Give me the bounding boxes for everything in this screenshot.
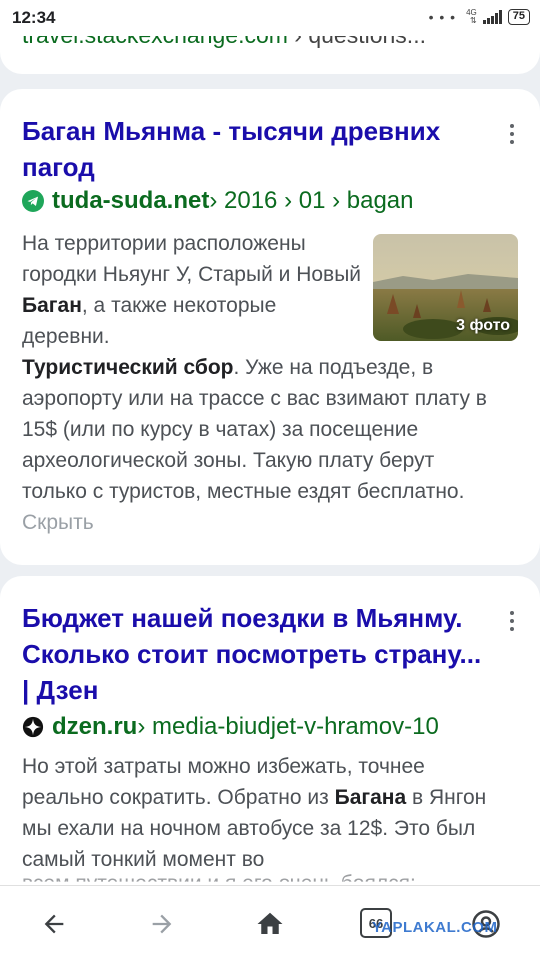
status-time: 12:34: [12, 8, 56, 27]
result-snippet-top: На территории расположены городки Ньяунг…: [22, 232, 362, 348]
result-card: Бюджет нашей поездки в Мьянму. Сколько с…: [0, 576, 540, 906]
status-icons: • • • 4G ⇅ 75: [429, 9, 530, 25]
dzen-icon: [22, 716, 44, 738]
result-snippet: Туристический сбор. Уже на подъезде, в а…: [22, 356, 487, 534]
home-icon[interactable]: [254, 908, 286, 940]
result-card: Баган Мьянма - тысячи древних пагод tuda…: [0, 89, 540, 565]
result-domain: tuda-suda.net: [52, 187, 210, 214]
telegram-icon: [22, 190, 44, 212]
status-bar: 12:34 • • • 4G ⇅ 75: [0, 0, 540, 36]
watermark: YAPLAKAL.COM: [372, 919, 498, 936]
result-path: › media-biudjet-v-hramov-10: [137, 713, 439, 740]
photo-count-badge: 3 фото: [456, 317, 510, 334]
result-title[interactable]: Бюджет нашей поездки в Мьянму. Сколько с…: [22, 600, 492, 708]
result-url[interactable]: dzen.ru › media-biudjet-v-hramov-10: [22, 713, 439, 741]
battery-level: 75: [512, 10, 525, 22]
network-indicator: 4G ⇅: [466, 9, 477, 25]
back-arrow-icon[interactable]: [38, 908, 70, 940]
result-thumbnail[interactable]: 3 фото: [373, 234, 518, 341]
result-path: › 2016 › 01 › bagan: [209, 187, 414, 214]
battery-icon: 75: [507, 9, 530, 25]
result-url[interactable]: tuda-suda.net › 2016 › 01 › bagan: [22, 187, 413, 215]
data-arrows-icon: ⇅: [470, 16, 477, 25]
hide-link[interactable]: Скрыть: [22, 511, 94, 534]
notification-dots: • • •: [428, 9, 457, 25]
signal-icon: [482, 10, 502, 24]
forward-arrow-icon[interactable]: [146, 908, 178, 940]
result-title[interactable]: Баган Мьянма - тысячи древних пагод: [22, 113, 492, 185]
result-snippet: Но этой затраты можно избежать, точнее р…: [22, 755, 487, 871]
more-vert-icon[interactable]: [502, 119, 522, 149]
result-domain: dzen.ru: [52, 713, 138, 740]
more-vert-icon[interactable]: [502, 606, 522, 636]
